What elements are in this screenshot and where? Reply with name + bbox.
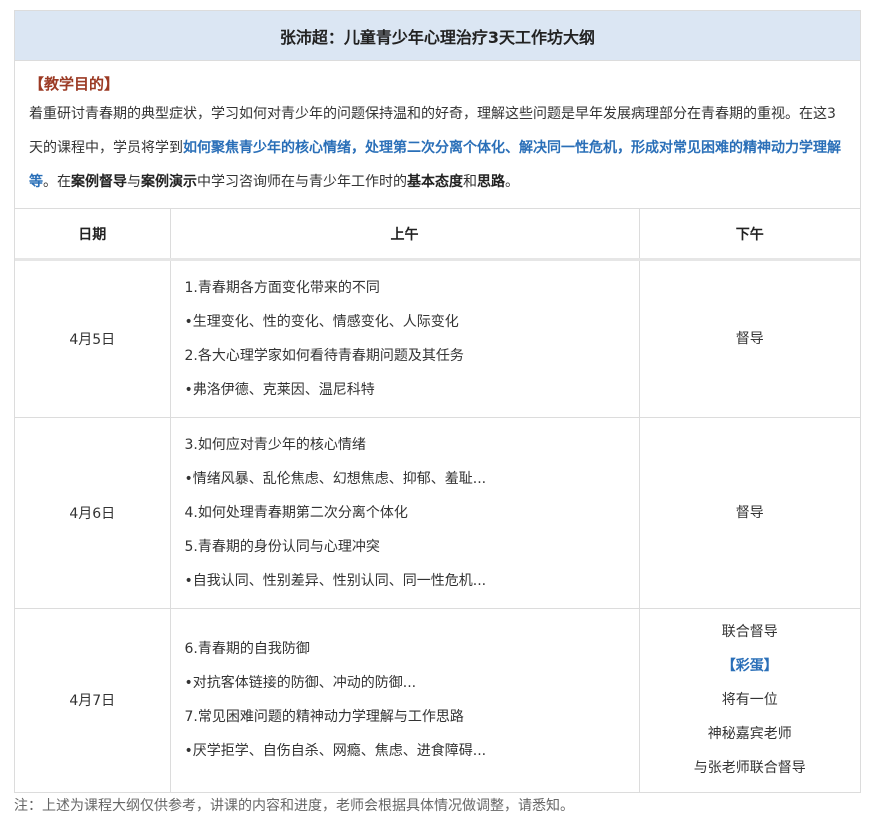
header-afternoon: 下午 (639, 209, 860, 261)
teaching-goal-text: 着重研讨青春期的典型症状，学习如何对青少年的问题保持温和的好奇，理解这些问题是早… (29, 97, 844, 199)
row-morning: 6.青春期的自我防御 •对抗客体链接的防御、冲动的防御... 7.常见困难问题的… (170, 608, 640, 792)
morning-item: 1.青春期各方面变化带来的不同 (184, 280, 380, 296)
row-date: 4月5日 (15, 259, 171, 418)
table-row: 4月6日 3.如何应对青少年的核心情绪 •情绪风暴、乱伦焦虑、幻想焦虑、抑郁、羞… (15, 417, 860, 609)
row-afternoon: 联合督导 【彩蛋】 将有一位 神秘嘉宾老师 与张老师联合督导 (639, 609, 860, 792)
header-date: 日期 (15, 209, 171, 261)
footnote: 注：上述为课程大纲仅供参考，讲课的内容和进度，老师会根据具体情况做调整，请悉知。 (14, 798, 574, 814)
morning-item: •厌学拒学、自伤自杀、网瘾、焦虑、进食障碍... (184, 743, 487, 760)
morning-item: •情绪风暴、乱伦焦虑、幻想焦虑、抑郁、羞耻... (184, 471, 487, 487)
goal-bold-attitude: 基本态度 (407, 174, 463, 190)
page-title: 张沛超：儿童青少年心理治疗3天工作坊大纲 (15, 11, 860, 61)
morning-item: 3.如何应对青少年的核心情绪 (184, 437, 366, 453)
schedule-table: 日期 上午 下午 4月5日 1.青春期各方面变化带来的不同 •生理变化、性的变化… (15, 209, 860, 792)
table-row: 4月7日 6.青春期的自我防御 •对抗客体链接的防御、冲动的防御... 7.常见… (15, 608, 860, 792)
table-header-row: 日期 上午 下午 (15, 209, 860, 261)
morning-item: •弗洛伊德、克莱因、温尼科特 (184, 382, 375, 398)
row-morning: 1.青春期各方面变化带来的不同 •生理变化、性的变化、情感变化、人际变化 2.各… (170, 259, 640, 418)
afternoon-item: 督导 (735, 505, 764, 521)
morning-item: •自我认同、性别差异、性别认同、同一性危机... (184, 573, 487, 589)
teaching-goal-section: 【教学目的】 着重研讨青春期的典型症状，学习如何对青少年的问题保持温和的好奇，理… (15, 61, 860, 209)
morning-item: 4.如何处理青春期第二次分离个体化 (184, 505, 408, 521)
morning-item: 5.青春期的身份认同与心理冲突 (184, 539, 380, 555)
afternoon-item: 与张老师联合督导 (693, 760, 806, 777)
outline-card: 张沛超：儿童青少年心理治疗3天工作坊大纲 【教学目的】 着重研讨青春期的典型症状… (14, 10, 861, 793)
goal-bold-approach: 思路 (477, 174, 505, 190)
afternoon-item: 神秘嘉宾老师 (707, 726, 792, 743)
morning-item: •生理变化、性的变化、情感变化、人际变化 (184, 314, 459, 330)
goal-text-6: 。 (505, 174, 519, 190)
morning-item: 6.青春期的自我防御 (184, 641, 310, 658)
row-date: 4月7日 (15, 608, 171, 792)
header-morning: 上午 (170, 209, 640, 261)
row-date: 4月6日 (15, 417, 171, 609)
row-morning: 3.如何应对青少年的核心情绪 •情绪风暴、乱伦焦虑、幻想焦虑、抑郁、羞耻... … (170, 417, 640, 609)
goal-text-4: 中学习咨询师在与青少年工作时的 (197, 174, 407, 190)
morning-item: 7.常见困难问题的精神动力学理解与工作思路 (184, 709, 464, 726)
table-row: 4月5日 1.青春期各方面变化带来的不同 •生理变化、性的变化、情感变化、人际变… (15, 259, 860, 418)
goal-bold-supervision: 案例督导 (71, 174, 127, 190)
row-afternoon: 督导 (639, 259, 860, 418)
morning-item: 2.各大心理学家如何看待青春期问题及其任务 (184, 348, 464, 364)
afternoon-item: 联合督导 (721, 624, 778, 641)
afternoon-item: 督导 (735, 331, 764, 347)
teaching-goal-heading: 【教学目的】 (29, 75, 120, 93)
goal-text-3: 与 (127, 174, 141, 190)
morning-item: •对抗客体链接的防御、冲动的防御... (184, 675, 417, 692)
goal-text-2: 。在 (43, 174, 71, 190)
goal-text-5: 和 (463, 174, 477, 190)
afternoon-item: 将有一位 (721, 692, 778, 709)
goal-bold-demo: 案例演示 (141, 174, 197, 190)
easter-egg-label: 【彩蛋】 (721, 658, 778, 675)
row-afternoon: 督导 (639, 417, 860, 609)
